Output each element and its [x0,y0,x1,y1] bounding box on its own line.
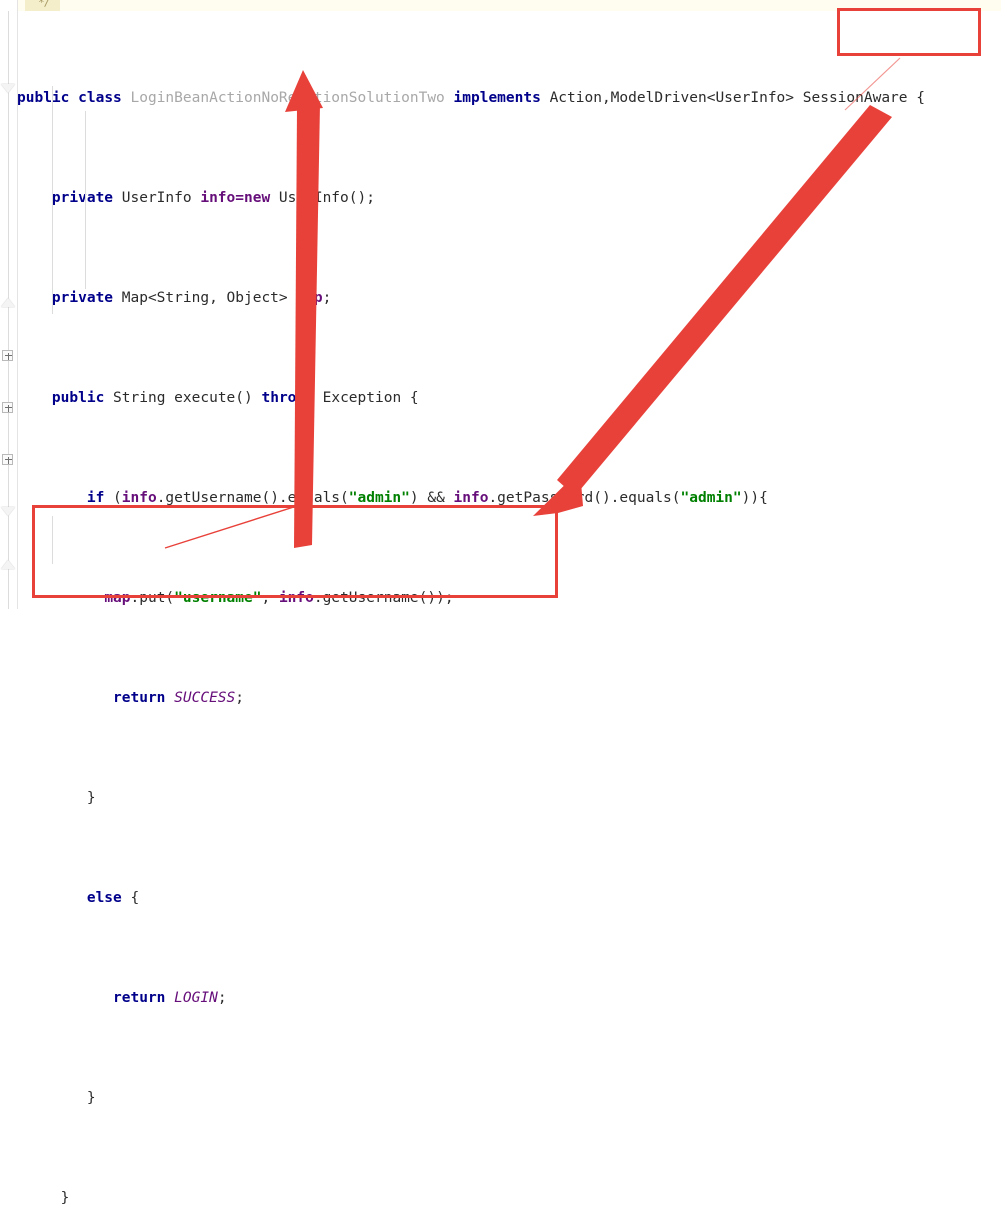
token-info-2: info [453,490,489,506]
token-field-info-assign: info=new [200,190,271,206]
fold-marker-expand-getinfo[interactable] [1,347,16,362]
indent-guide-3 [52,516,53,564]
token-string-admin-1: "admin" [348,490,410,506]
javadoc-comment-band: */ [0,0,1001,11]
token-userinfo-ctor: UserInfo(); [278,190,375,206]
token-method-execute: execute() [174,390,253,406]
token-semicolon-2: ; [235,690,244,706]
token-brace-close-2: } [86,1090,96,1106]
token-return-1: return [113,690,166,706]
token-public: public [17,90,70,106]
token-brace-close-1: } [86,790,96,806]
code-line-1[interactable]: public class LoginBeanActionNoRelationSo… [17,86,1001,111]
token-type-map: Map<String, Object> [121,290,288,306]
fold-marker-expand-getmodel[interactable] [1,451,16,466]
code-line-4[interactable]: public String execute() throws Exception… [17,386,1001,411]
code-line-12[interactable]: } [17,1186,1001,1211]
code-line-9[interactable]: else { [17,886,1001,911]
token-throws: throws [261,390,314,406]
token-getusername-call: .getUsername()); [313,590,454,606]
token-const-success: SUCCESS [174,690,236,706]
token-info-1: info [121,490,157,506]
code-line-8[interactable]: } [17,786,1001,811]
token-info-3: info [278,590,314,606]
code-content[interactable]: public class LoginBeanActionNoRelationSo… [17,11,1001,1218]
token-field-map: map [296,290,323,306]
token-sessionaware: SessionAware { [802,90,925,106]
token-implements: implements [453,90,541,106]
token-semicolon-3: ; [217,990,227,1006]
code-line-2[interactable]: private UserInfo info=new UserInfo(); [17,186,1001,211]
token-paren-open: ( [113,490,122,506]
code-line-6[interactable]: map.put("username", info.getUsername()); [17,586,1001,611]
token-class: class [78,90,122,106]
token-brace-open-else: { [130,890,140,906]
token-and-operator: ) && [409,490,454,506]
javadoc-close-token: */ [38,0,50,9]
indent-guide-1 [52,86,53,314]
token-public: public [51,390,105,406]
token-map-ref: map [104,590,131,606]
token-return-2: return [113,990,166,1006]
token-getusername-equals: .getUsername().equals( [156,490,349,506]
token-private: private [51,190,114,206]
token-comma: , [261,590,279,606]
code-line-10[interactable]: return LOGIN; [17,986,1001,1011]
token-type-userinfo: UserInfo [121,190,192,206]
indent-guide-2 [85,111,86,289]
token-string-admin-2: "admin" [680,490,742,506]
token-private: private [51,290,114,306]
code-line-3[interactable]: private Map<String, Object> map; [17,286,1001,311]
token-put-call: .put( [130,590,175,606]
fold-marker-end-setsession[interactable] [1,557,16,572]
code-line-5[interactable]: if (info.getUsername().equals("admin") &… [17,486,1001,511]
token-type-string: String [113,390,166,406]
token-getpassword-equals: .getPassword().equals( [488,490,681,506]
code-editor[interactable]: */ public class LoginBeanActionNoRelatio… [0,0,1001,1206]
token-string-username: "username" [174,590,262,606]
editor-gutter[interactable] [0,0,18,609]
token-const-login: LOGIN [174,990,218,1006]
token-if: if [86,490,105,506]
token-semicolon: ; [322,290,332,306]
code-line-7[interactable]: return SUCCESS; [17,686,1001,711]
fold-marker-expand-setinfo[interactable] [1,399,16,414]
token-close-brace-open: )){ [741,490,768,506]
token-interfaces: Action,ModelDriven<UserInfo> [549,90,795,106]
fold-marker-end-execute[interactable] [1,295,16,310]
fold-marker-collapse-setsession[interactable] [1,505,16,520]
token-else: else [86,890,122,906]
code-line-11[interactable]: } [17,1086,1001,1111]
token-class-name: LoginBeanActionNoRelationSolutionTwo [130,90,445,106]
fold-marker-collapse-execute[interactable] [1,82,16,97]
token-exception: Exception { [322,390,419,406]
token-brace-close-3: } [60,1190,70,1206]
